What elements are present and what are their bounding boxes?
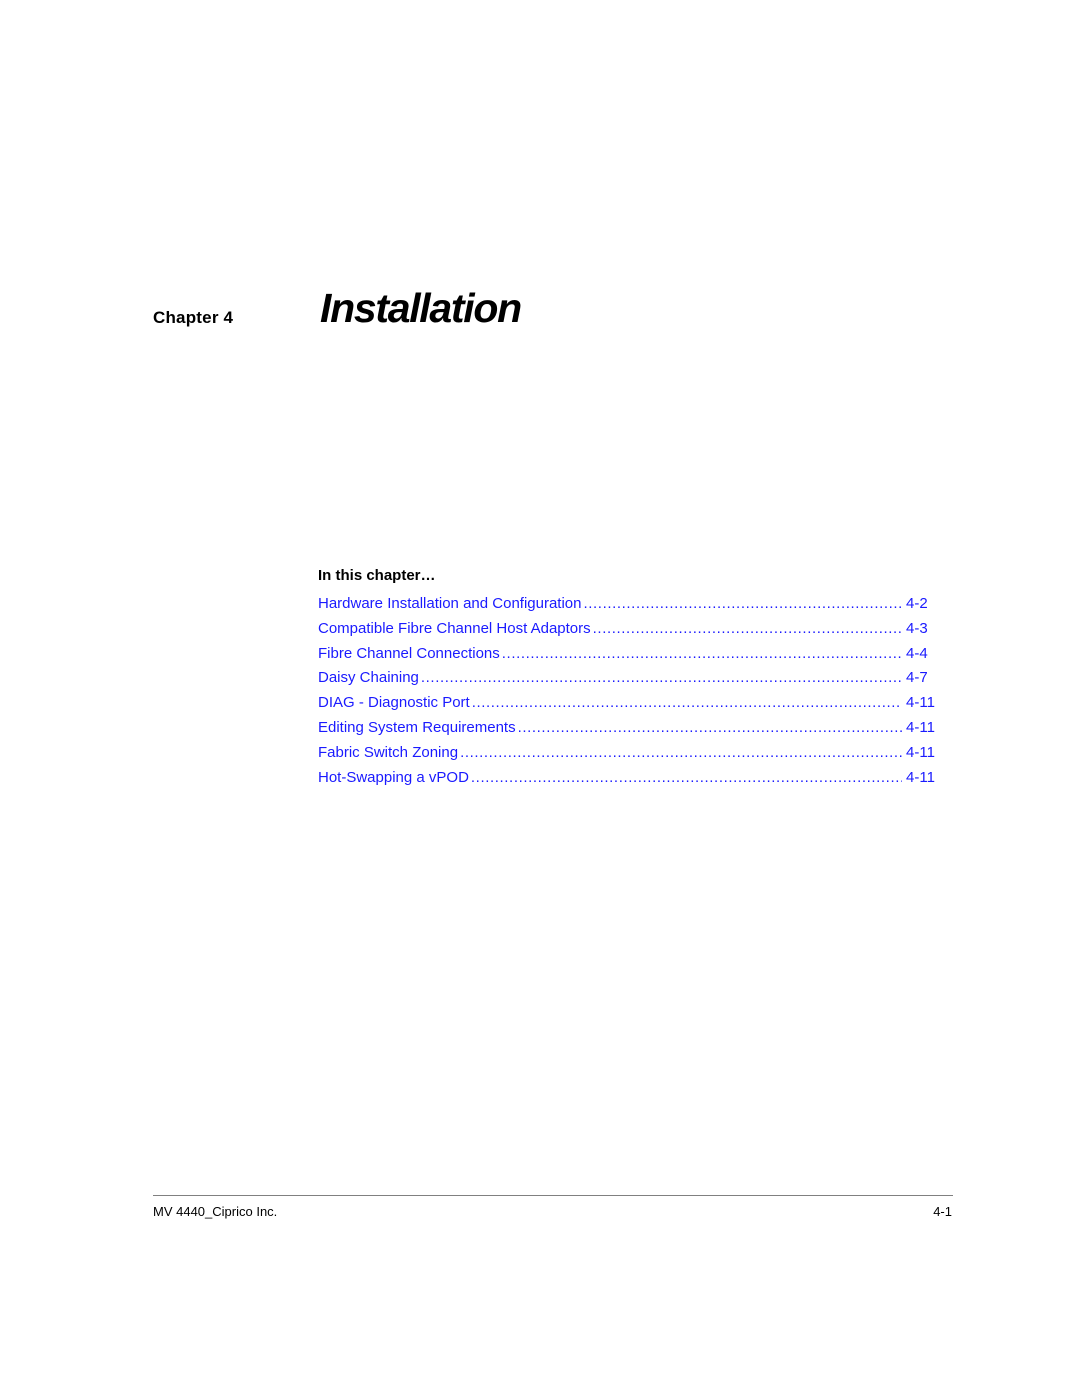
toc-entry-hot-swapping[interactable]: Hot-Swapping a vPOD 4-11: [318, 769, 940, 794]
toc-entry-title[interactable]: Compatible Fibre Channel Host Adaptors: [318, 620, 591, 637]
toc-entry-page[interactable]: 4-11: [906, 769, 940, 786]
dot-leader: [472, 694, 902, 711]
dot-leader: [421, 669, 902, 686]
chapter-title: Installation: [320, 285, 522, 331]
toc-entry-title[interactable]: DIAG - Diagnostic Port: [318, 694, 470, 711]
toc-entry-page[interactable]: 4-7: [906, 669, 940, 686]
toc-entry-diag-port[interactable]: DIAG - Diagnostic Port 4-11: [318, 694, 940, 719]
dot-leader: [460, 744, 902, 761]
footer-page-number: 4-1: [933, 1204, 952, 1219]
table-of-contents: Hardware Installation and Configuration …: [318, 595, 940, 793]
dot-leader: [584, 595, 903, 612]
toc-entry-page[interactable]: 4-3: [906, 620, 940, 637]
toc-entry-title[interactable]: Daisy Chaining: [318, 669, 419, 686]
chapter-label: Chapter 4: [153, 308, 234, 327]
toc-entry-title[interactable]: Fabric Switch Zoning: [318, 744, 458, 761]
toc-entry-page[interactable]: 4-4: [906, 645, 940, 662]
toc-entry-title[interactable]: Hot-Swapping a vPOD: [318, 769, 469, 786]
dot-leader: [502, 645, 902, 662]
dot-leader: [471, 769, 902, 786]
toc-entry-daisy-chaining[interactable]: Daisy Chaining 4-7: [318, 669, 940, 694]
toc-entry-page[interactable]: 4-11: [906, 719, 940, 736]
dot-leader: [518, 719, 902, 736]
toc-heading: In this chapter…: [318, 567, 436, 584]
dot-leader: [593, 620, 902, 637]
toc-entry-host-adaptors[interactable]: Compatible Fibre Channel Host Adaptors 4…: [318, 620, 940, 645]
toc-entry-page[interactable]: 4-11: [906, 744, 940, 761]
toc-entry-page[interactable]: 4-2: [906, 595, 940, 612]
footer-divider: [153, 1195, 953, 1196]
toc-entry-title[interactable]: Hardware Installation and Configuration: [318, 595, 582, 612]
toc-entry-title[interactable]: Fibre Channel Connections: [318, 645, 500, 662]
toc-entry-page[interactable]: 4-11: [906, 694, 940, 711]
toc-entry-hardware-installation[interactable]: Hardware Installation and Configuration …: [318, 595, 940, 620]
toc-entry-editing-system-requirements[interactable]: Editing System Requirements 4-11: [318, 719, 940, 744]
toc-entry-title[interactable]: Editing System Requirements: [318, 719, 516, 736]
toc-entry-fibre-channel-connections[interactable]: Fibre Channel Connections 4-4: [318, 645, 940, 670]
footer-document-name: MV 4440_Ciprico Inc.: [153, 1204, 278, 1219]
toc-entry-fabric-switch-zoning[interactable]: Fabric Switch Zoning 4-11: [318, 744, 940, 769]
